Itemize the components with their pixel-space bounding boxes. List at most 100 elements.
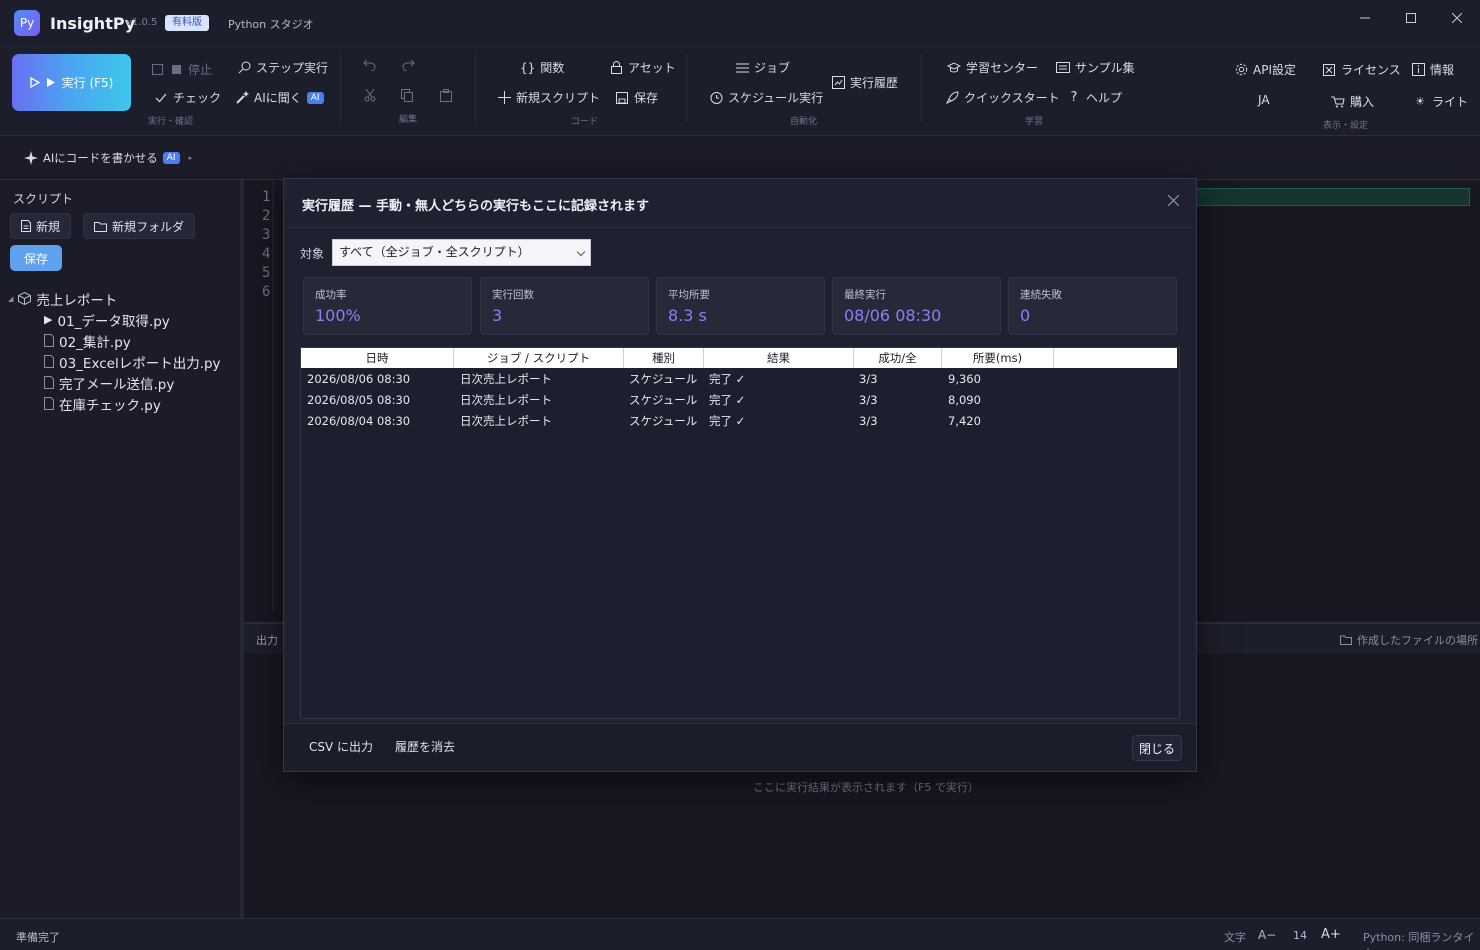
tree-file[interactable]: 完了メール送信.py: [0, 372, 240, 393]
line-number: 4: [262, 246, 271, 262]
run-label: 実行 (F5): [61, 76, 114, 90]
functions-button[interactable]: {} 関数: [520, 59, 564, 76]
folder-icon: [1340, 635, 1352, 645]
ai-write-code-button[interactable]: AIにコードを書かせる AI ▸: [24, 150, 192, 166]
folder-icon: [94, 221, 107, 232]
run-history-dialog: 実行履歴 — 手動・無人どちらの実行もここに記録されます 対象 すべて（全ジョブ…: [283, 178, 1197, 772]
column-header[interactable]: 成功/全: [854, 348, 942, 368]
search-step-icon: [237, 61, 251, 75]
stat-card-last-run: 最終実行 08/06 08:30: [832, 277, 1001, 335]
column-header[interactable]: 種別: [624, 348, 704, 368]
paste-icon[interactable]: [440, 89, 452, 102]
samples-button[interactable]: サンプル集: [1056, 59, 1135, 76]
stat-value: 100%: [315, 306, 361, 325]
column-header[interactable]: ジョブ / スクリプト: [454, 348, 624, 368]
maximize-icon[interactable]: [1400, 10, 1422, 26]
tree-file[interactable]: 在庫チェック.py: [0, 393, 240, 414]
divider: [921, 55, 922, 121]
python-file-icon: [44, 355, 54, 368]
export-csv-button[interactable]: CSV に出力: [309, 738, 373, 755]
learning-center-button[interactable]: 学習センター: [947, 59, 1038, 76]
run-button[interactable]: 実行 (F5): [12, 54, 131, 111]
table-row[interactable]: 2026/08/06 08:30 日次売上レポート スケジュール 完了 ✓ 3/…: [301, 369, 1177, 390]
sun-icon: ☀: [1415, 95, 1425, 108]
redo-icon[interactable]: [402, 59, 415, 71]
close-window-icon[interactable]: [1446, 10, 1468, 26]
language-button[interactable]: JA: [1258, 93, 1270, 107]
wand-icon: [235, 91, 249, 105]
save-icon: [615, 91, 629, 105]
ask-ai-button[interactable]: AIに聞く AI: [235, 89, 324, 106]
new-script-button[interactable]: 新規スクリプト: [497, 89, 600, 106]
assets-button[interactable]: アセット: [609, 59, 676, 76]
cell-job: 日次売上レポート: [460, 414, 552, 428]
stat-label: 実行回数: [492, 289, 534, 301]
quickstart-button[interactable]: クイックスタート: [945, 89, 1060, 106]
new-folder-button[interactable]: 新規フォルダ: [83, 213, 196, 239]
jobs-button[interactable]: ジョブ: [735, 59, 790, 76]
stat-card-average-duration: 平均所要 8.3 s: [656, 277, 825, 335]
run-history-button[interactable]: 実行履歴: [831, 74, 898, 91]
cell-result: 完了 ✓: [709, 372, 746, 386]
column-header[interactable]: 日時: [301, 348, 454, 368]
cell-result: 完了 ✓: [709, 414, 746, 428]
close-icon[interactable]: [1168, 195, 1179, 206]
theme-toggle-button[interactable]: ☀ ライト: [1413, 93, 1468, 110]
save-script-button[interactable]: 保存: [10, 245, 62, 271]
stat-label: 平均所要: [668, 289, 710, 301]
python-file-icon: [44, 334, 54, 347]
collapse-icon: ◢: [8, 294, 14, 303]
new-file-button[interactable]: 新規: [10, 213, 72, 239]
open-output-folder-button[interactable]: 作成したファイルの場所: [1340, 632, 1478, 648]
license-icon: [1322, 63, 1336, 77]
sidebar-title: スクリプト: [13, 192, 74, 206]
table-row[interactable]: 2026/08/05 08:30 日次売上レポート スケジュール 完了 ✓ 3/…: [301, 390, 1177, 411]
license-button[interactable]: ライセンス: [1322, 61, 1401, 78]
api-settings-button[interactable]: API設定: [1234, 61, 1296, 78]
tree-folder[interactable]: ◢ 売上レポート: [0, 288, 240, 309]
close-dialog-button[interactable]: 閉じる: [1132, 735, 1182, 761]
undo-icon[interactable]: [363, 59, 376, 71]
info-button[interactable]: 情報: [1411, 61, 1454, 78]
title-bar: Py InsightPy v1.0.5 有料版 Python スタジオ: [0, 0, 1480, 46]
cell-type: スケジュール: [629, 393, 698, 407]
stat-label: 連続失敗: [1020, 289, 1062, 301]
status-bar: 準備完了 文字 A− 14 A+ Python: 同梱ランタイム: [0, 918, 1480, 950]
clear-history-button[interactable]: 履歴を消去: [395, 738, 455, 755]
play-outline-icon: [29, 77, 40, 88]
target-select[interactable]: すべて（全ジョブ・全スクリプト）: [332, 239, 591, 266]
history-table: 日時 ジョブ / スクリプト 種別 結果 成功/全 所要(ms) 2026/08…: [300, 347, 1180, 719]
font-increase-button[interactable]: A+: [1321, 927, 1341, 942]
output-title: 出力: [256, 634, 278, 647]
tree-file[interactable]: 03_Excelレポート出力.py: [0, 351, 240, 372]
runtime-label: Python: 同梱ランタイム: [1363, 931, 1475, 950]
gutter-line: [272, 180, 274, 610]
cut-icon[interactable]: [364, 89, 376, 102]
table-row[interactable]: 2026/08/04 08:30 日次売上レポート スケジュール 完了 ✓ 3/…: [301, 411, 1177, 432]
font-size-value: 14: [1293, 929, 1307, 942]
stop-button[interactable]: 停止: [150, 61, 212, 78]
divider: [686, 55, 687, 121]
cell-type: スケジュール: [629, 414, 698, 428]
help-button[interactable]: ? ヘルプ: [1067, 89, 1122, 106]
checkbox-icon: [150, 63, 164, 77]
app-name: InsightPy: [50, 14, 136, 33]
step-run-button[interactable]: ステップ実行: [237, 59, 328, 76]
stat-card-consecutive-failures: 連続失敗 0: [1008, 277, 1177, 335]
python-file-icon: [44, 397, 54, 410]
save-toolbar-button[interactable]: 保存: [615, 89, 658, 106]
copy-icon[interactable]: [401, 89, 413, 102]
column-header[interactable]: 結果: [704, 348, 854, 368]
minimize-icon[interactable]: [1354, 10, 1376, 26]
font-size-label: 文字: [1224, 931, 1246, 944]
column-header[interactable]: 所要(ms): [942, 348, 1054, 368]
check-button[interactable]: チェック: [154, 89, 221, 106]
purchase-button[interactable]: 購入: [1331, 93, 1374, 110]
schedule-run-button[interactable]: スケジュール実行: [709, 89, 823, 106]
line-number: 2: [262, 208, 271, 224]
font-decrease-button[interactable]: A−: [1258, 928, 1276, 942]
edition-badge: 有料版: [165, 15, 209, 31]
app-subtitle: Python スタジオ: [228, 18, 314, 31]
tree-file[interactable]: ▶ 01_データ取得.py: [0, 309, 240, 330]
tree-file[interactable]: 02_集計.py: [0, 330, 240, 351]
